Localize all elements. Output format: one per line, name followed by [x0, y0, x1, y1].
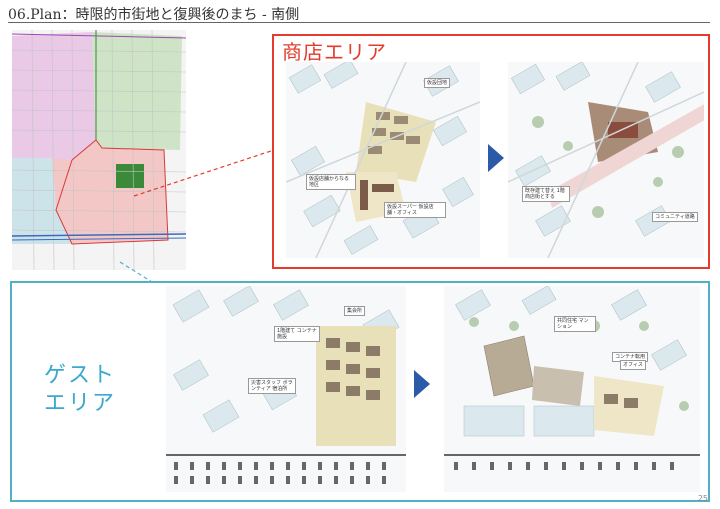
guest-area-label: ゲスト エリア	[44, 363, 117, 416]
callout: 共同住宅 マンション	[554, 316, 596, 332]
shop-after-plan: 既存建て替え 1階商店街とする コミュニティ道路	[508, 62, 704, 258]
callout: 災害スタッフ ボランティア 宿泊所	[248, 378, 296, 394]
callout: オフィス	[620, 360, 646, 370]
callout: 仮設店舗からなる地区	[306, 174, 356, 190]
shop-before-plan: 仮設団地 仮設店舗からなる地区 仮設スーパー 仮設店舗・オフィス	[286, 62, 480, 258]
callout: 仮設団地	[424, 78, 451, 88]
callout: 仮設スーパー 仮設店舗・オフィス	[384, 202, 446, 218]
callout: 集会所	[344, 306, 366, 316]
callout: 1階建て コンテナ施設	[274, 326, 320, 342]
transition-arrow	[414, 370, 430, 398]
shop-area-label: 商店エリア	[282, 40, 387, 64]
guest-after-plan: 共同住宅 マンション コンテナ転用 オフィス	[444, 286, 700, 492]
page-number: 25	[697, 494, 708, 503]
transition-arrow	[488, 144, 504, 172]
guest-before-plan: 集会所 1階建て コンテナ施設 災害スタッフ ボランティア 宿泊所	[166, 286, 406, 492]
callout: コミュニティ道路	[652, 212, 698, 222]
callout: 既存建て替え 1階商店街とする	[522, 186, 570, 202]
